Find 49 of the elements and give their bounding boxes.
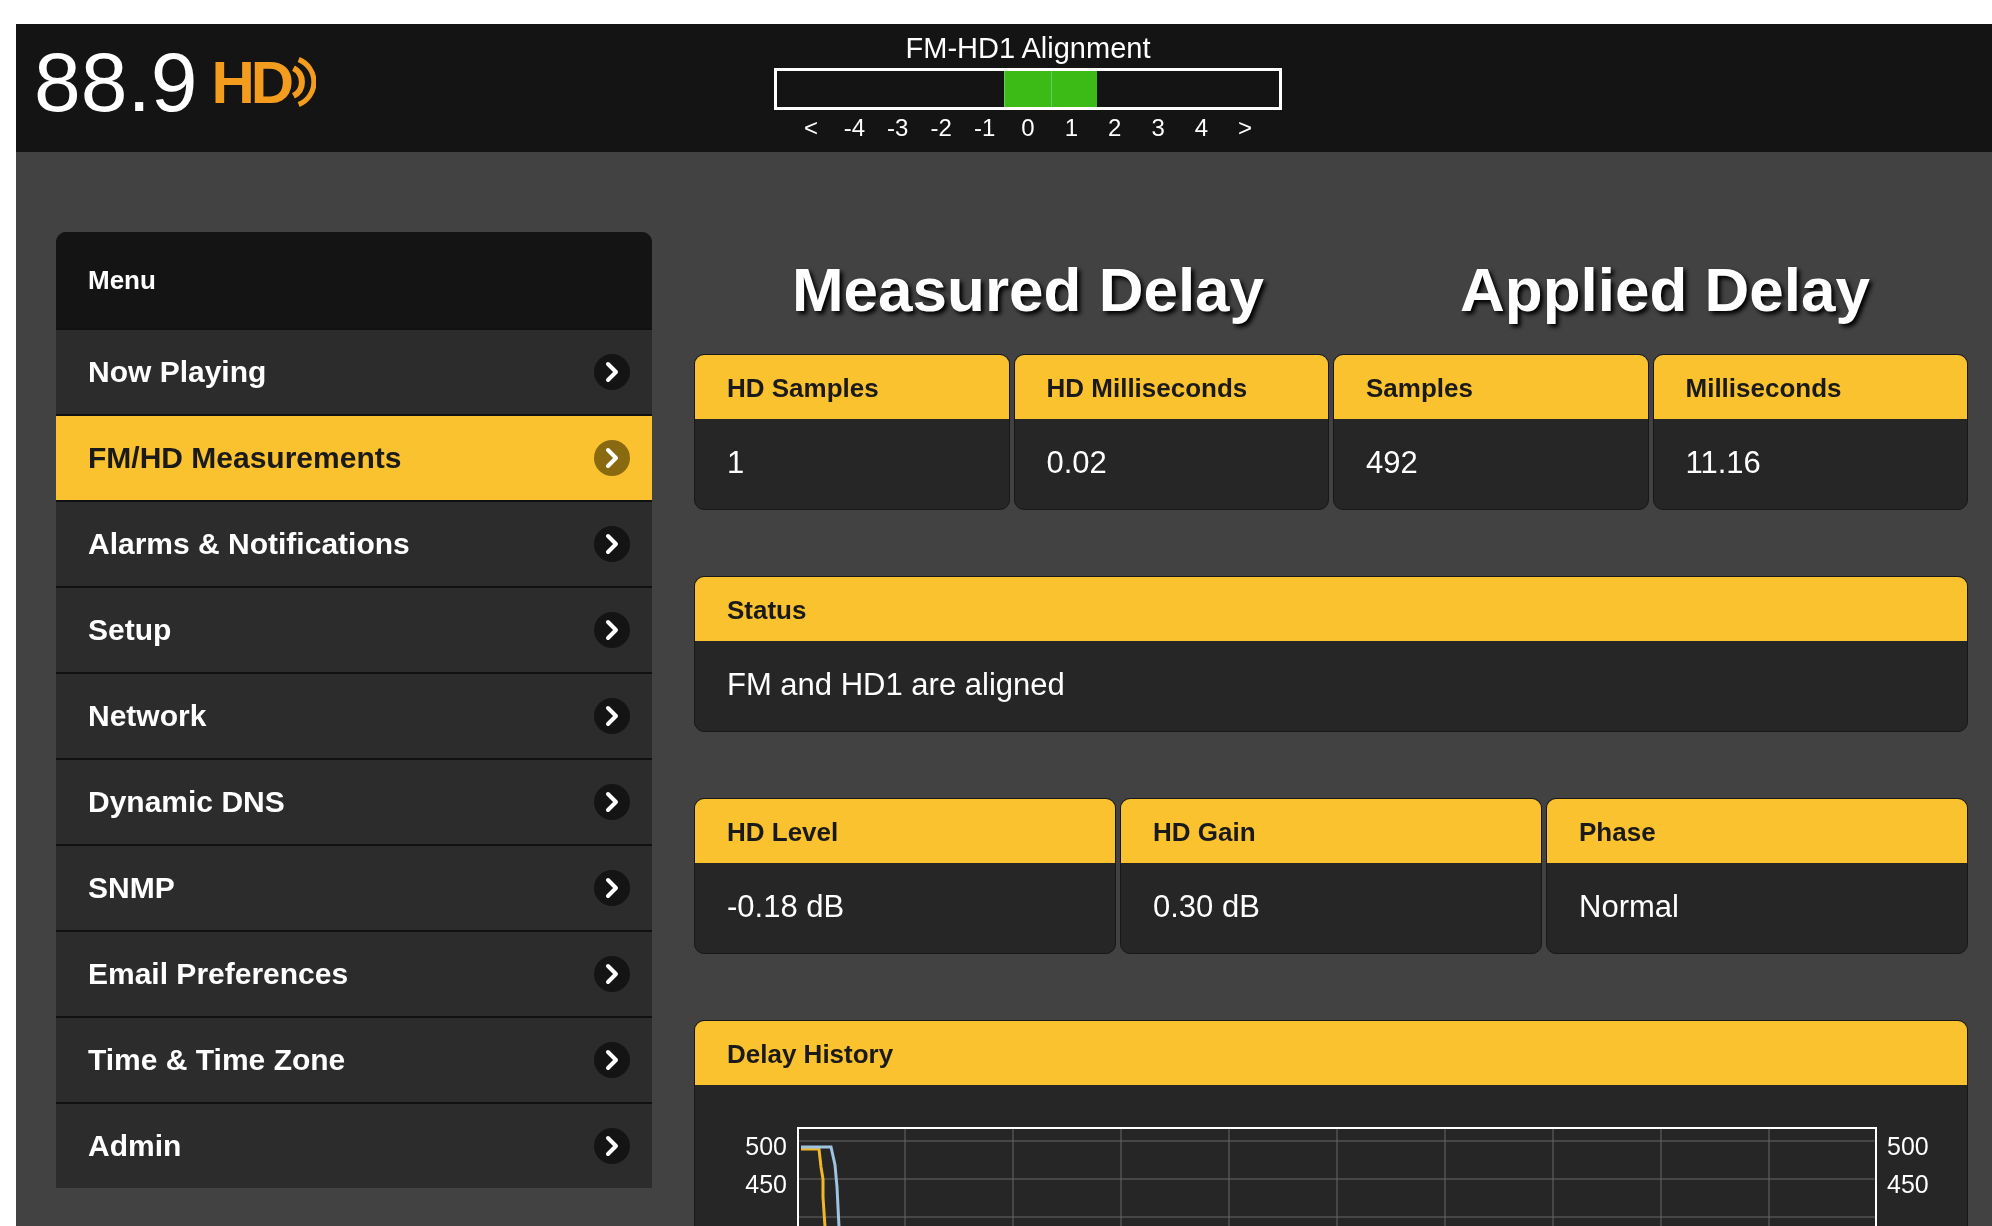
axis-tick-label: 500 [1887, 1131, 1930, 1162]
chevron-right-icon [594, 784, 630, 820]
column-header: Samples [1334, 355, 1648, 419]
section-heading: Applied Delay [1460, 253, 1871, 325]
scale-label: -1 [972, 114, 997, 142]
menu-item[interactable]: FM/HD Measurements [56, 414, 652, 500]
chevron-right-icon [594, 440, 630, 476]
table-cell-text: -0.18 dB [726, 888, 846, 926]
scale-label: 4 [1193, 114, 1210, 142]
station-frequency: 88.9 [34, 34, 198, 131]
menu-title: Menu [56, 232, 652, 328]
chevron-right-icon [594, 354, 630, 390]
alignment-title: FM-HD1 Alignment [905, 31, 1151, 66]
scale-label: 2 [1107, 114, 1123, 142]
scale-label: 1 [1063, 114, 1079, 142]
axis-tick-label: 500 [745, 1131, 787, 1162]
delay-history-title: Delay History [695, 1021, 1967, 1085]
section-heading: Measured Delay [791, 253, 1265, 325]
scale-label: -3 [886, 114, 910, 142]
column-header: Phase [1547, 799, 1967, 863]
status-text: FM and HD1 are aligned [726, 666, 1066, 704]
table-cell-text: 11.16 [1684, 444, 1762, 482]
chevron-right-icon [594, 526, 630, 562]
scale-label: 3 [1150, 114, 1166, 142]
scale-label: -2 [929, 114, 953, 142]
scale-label: -4 [842, 114, 867, 142]
table-cell-text: Normal [1578, 888, 1680, 926]
table-cell-text: 1 [726, 444, 746, 482]
chevron-right-icon [594, 1042, 630, 1078]
column-header: HD Samples [695, 355, 1009, 419]
chevron-right-icon [594, 612, 630, 648]
column-header: HD Gain [1121, 799, 1541, 863]
chevron-right-icon [594, 870, 630, 906]
table-cell-text: 0.02 [1045, 444, 1108, 482]
scale-label: > [1236, 114, 1253, 142]
axis-tick-label: 450 [745, 1169, 787, 1200]
column-header: HD Milliseconds [1014, 355, 1328, 419]
column-header: HD Level [695, 799, 1115, 863]
axis-tick-label: 450 [1887, 1169, 1930, 1200]
chevron-right-icon [594, 956, 630, 992]
scale-label: 0 [1020, 114, 1036, 142]
table-cell-text: 0.30 dB [1152, 888, 1261, 926]
scale-label: < [803, 114, 819, 142]
chevron-right-icon [594, 698, 630, 734]
table-cell-text: 492 [1365, 444, 1419, 482]
hd-logo: HD [211, 47, 317, 117]
status-title: Status [695, 577, 1967, 641]
chevron-right-icon [594, 1128, 630, 1164]
column-header: Milliseconds [1653, 355, 1967, 419]
